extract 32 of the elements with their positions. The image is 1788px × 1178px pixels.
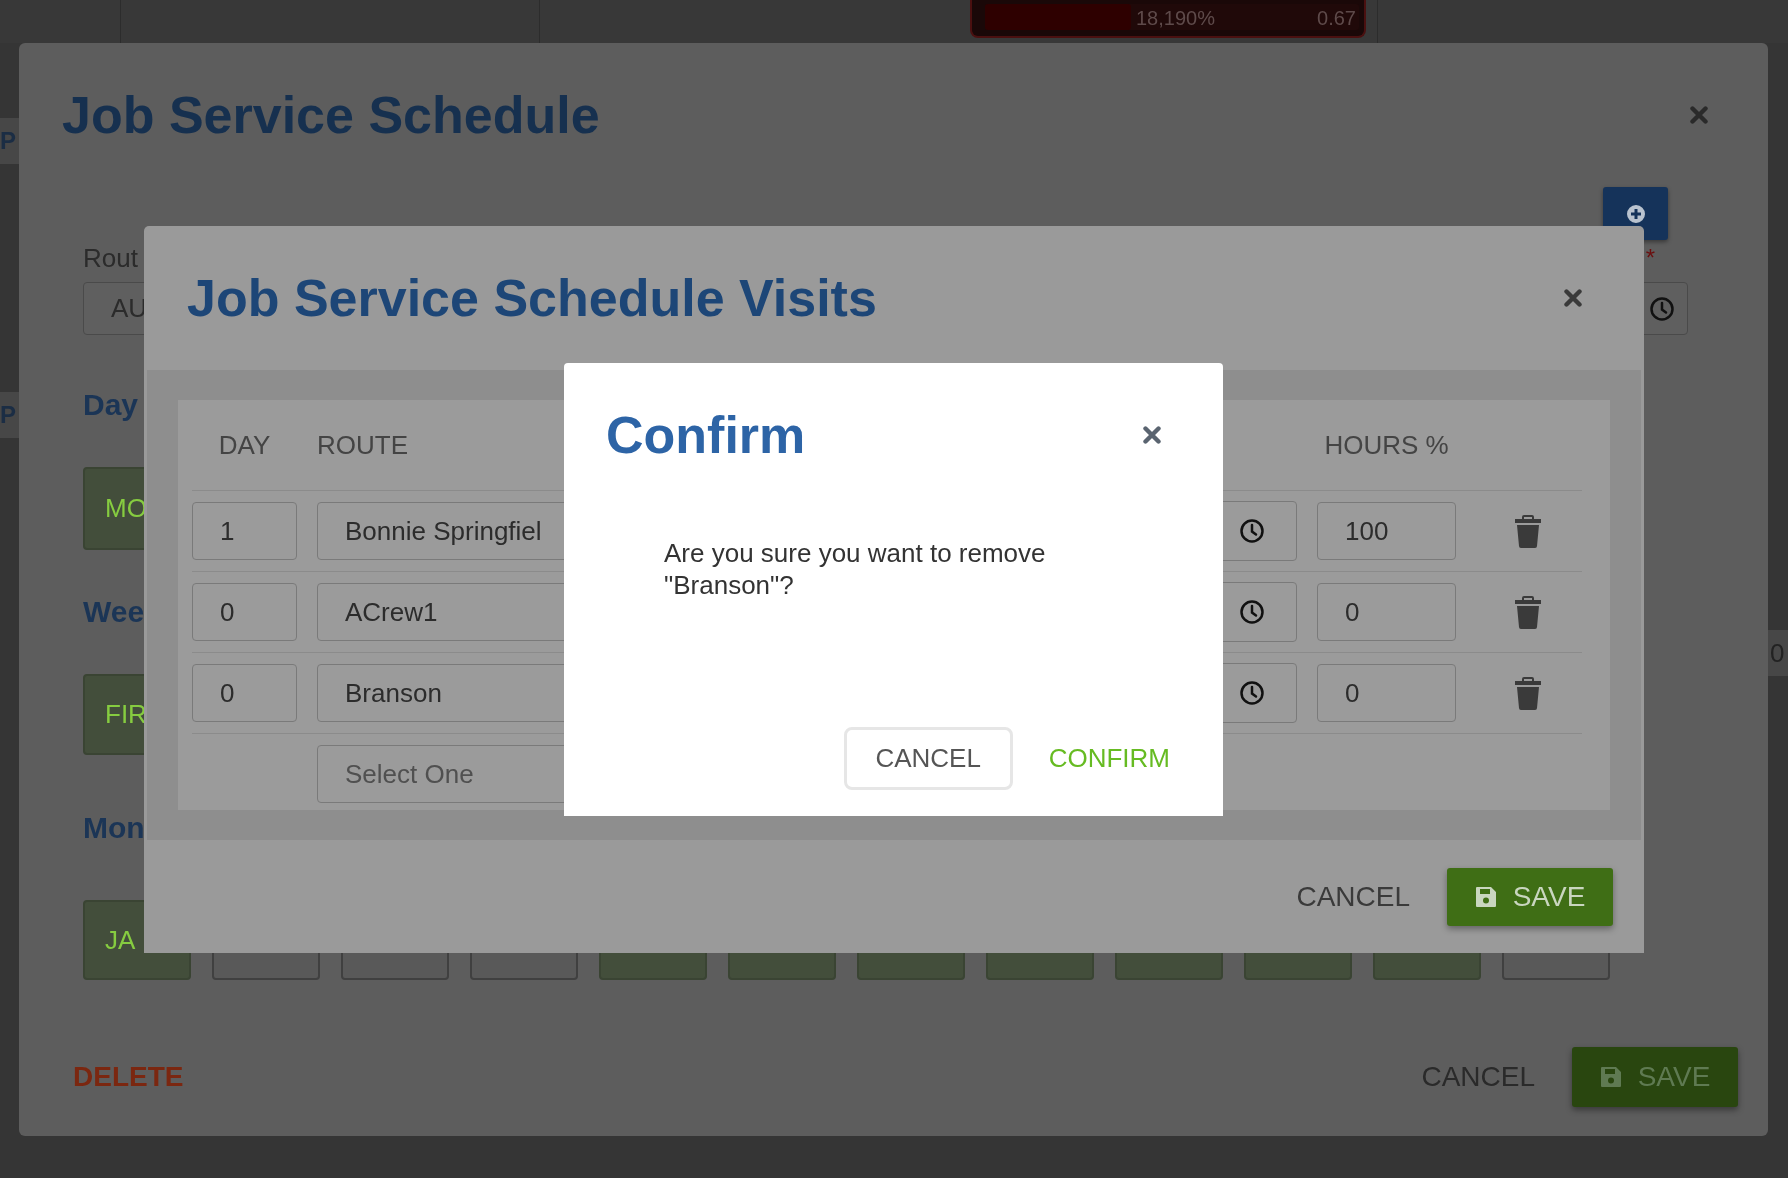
close-icon[interactable] [1564,289,1582,307]
close-icon[interactable] [1143,426,1161,444]
required-mark: * [1645,244,1655,272]
section-heading: Mon [83,810,145,846]
trash-icon[interactable] [1514,676,1542,710]
section-heading: Wee [83,594,145,630]
dialog-title: Job Service Schedule [62,85,600,145]
section-heading: Day [83,387,139,423]
cancel-button[interactable]: CANCEL [843,727,1013,790]
clock-icon [1649,295,1675,322]
cancel-button[interactable]: CANCEL [1296,880,1410,913]
hours-field[interactable]: 0 [1317,583,1456,641]
confirm-button[interactable]: CONFIRM [1048,743,1170,774]
progress-value: 0.67 [1317,6,1356,30]
trash-icon[interactable] [1514,514,1542,548]
hours-field[interactable]: 100 [1317,502,1456,560]
clock-icon [1239,518,1265,544]
column-header: HOURS % [1324,429,1449,461]
trash-icon[interactable] [1514,595,1542,629]
column-header: DAY [218,429,271,461]
day-field[interactable]: 0 [192,583,297,641]
day-field[interactable]: 1 [192,502,297,560]
confirm-message: Are you sure you want to remove "Branson"? [664,537,1047,602]
hours-field[interactable]: 0 [1317,664,1456,722]
dialog-title: Confirm [606,405,806,465]
progress-percent: 18,190% [1136,6,1215,30]
column-header: ROUTE [317,429,408,461]
save-button[interactable]: SAVE [1447,867,1613,926]
dialog-title: Job Service Schedule Visits [187,268,877,328]
clock-icon [1239,599,1265,625]
clock-icon [1239,680,1265,706]
day-field[interactable]: 0 [192,664,297,722]
